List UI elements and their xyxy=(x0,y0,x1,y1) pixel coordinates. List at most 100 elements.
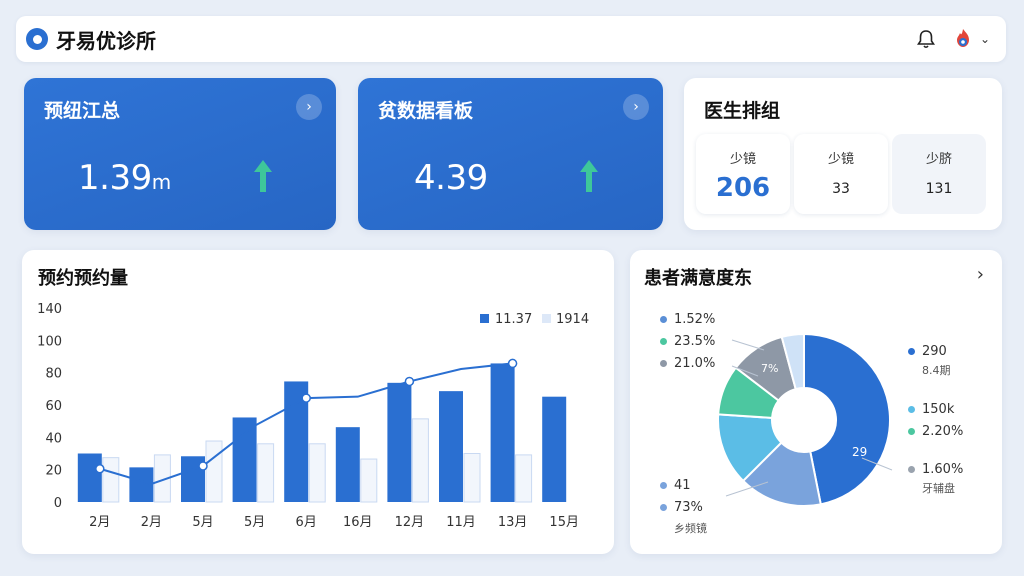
bar-series-2 xyxy=(102,457,120,503)
donut-slice xyxy=(717,366,781,419)
satisfaction-legend-left: 1.52% 23.5% 21.0% xyxy=(660,308,715,374)
x-tick-label: 6月 xyxy=(296,515,317,530)
chevron-right-icon[interactable]: › xyxy=(296,94,322,120)
bar-series-1 xyxy=(335,427,360,502)
donut-slice xyxy=(741,441,822,507)
legend-sub-label: 8.4期 xyxy=(922,364,951,377)
legend-item: 2.20% xyxy=(922,423,964,439)
clinic-logo-icon[interactable] xyxy=(26,28,48,50)
y-tick-label: 80 xyxy=(45,367,62,382)
bar-series-1 xyxy=(542,396,567,502)
legend-dot xyxy=(908,465,915,473)
x-tick-label: 2月 xyxy=(89,515,110,530)
bar-series-1 xyxy=(387,382,412,502)
summary-card-1-value: 1.39m xyxy=(78,158,171,198)
y-tick-label: 140 xyxy=(37,302,62,317)
doctor-stat-1-value: 206 xyxy=(715,173,771,203)
legend-sub-label: 牙辅盘 xyxy=(922,482,955,495)
trend-up-icon xyxy=(254,160,272,192)
doctor-stat-3[interactable]: 少脐 131 xyxy=(892,134,986,214)
summary-card-1-number: 1.39 xyxy=(78,158,152,198)
bar-series-2 xyxy=(515,454,533,503)
y-tick-label: 20 xyxy=(45,464,62,479)
leader-line xyxy=(731,365,759,377)
legend-item: 1.60% xyxy=(922,461,964,477)
doctor-stat-2-value: 33 xyxy=(832,181,850,197)
trend-point xyxy=(404,376,415,387)
trend-point xyxy=(95,463,105,474)
app-title: 牙易优诊所 xyxy=(56,28,156,53)
y-tick-label: 0 xyxy=(54,496,62,511)
x-tick-label: 16月 xyxy=(343,515,373,530)
trend-point xyxy=(507,358,518,369)
legend-item: 150k xyxy=(922,401,955,417)
doctor-stat-1[interactable]: 少镜 206 xyxy=(696,134,790,214)
leader-line xyxy=(861,457,893,471)
top-bar: 牙易优诊所 ⌄ xyxy=(16,16,1006,62)
bar-series-2 xyxy=(308,443,326,503)
bar-series-2 xyxy=(463,453,481,503)
legend-item: 21.0% xyxy=(674,355,716,371)
legend-dot xyxy=(660,503,667,511)
summary-card-2-title: 贫数据看板 xyxy=(378,100,474,122)
doctor-schedule-title: 医生排组 xyxy=(704,100,781,122)
satisfaction-legend-right-top: 290 8.4期 xyxy=(908,340,951,378)
summary-card-2[interactable]: 贫数据看板 › 4.39 xyxy=(358,78,663,230)
summary-card-2-number: 4.39 xyxy=(414,158,488,198)
appointment-chart-card: 预约预约量 0 20 40 60 80 100 140 2月 2月 5月 5月 6月 16月 12月 11月… xyxy=(22,250,614,554)
doctor-stat-2[interactable]: 少镜 33 xyxy=(794,134,888,214)
legend-item: 41 xyxy=(674,477,691,493)
bell-icon[interactable] xyxy=(916,29,936,49)
leader-line xyxy=(731,339,765,351)
legend-item: 1.52% xyxy=(674,311,716,327)
legend-item: 23.5% xyxy=(674,333,716,349)
x-tick-label: 2月 xyxy=(141,515,162,530)
legend-sub-label: 乡频镜 xyxy=(674,522,707,535)
chevron-right-icon[interactable]: › xyxy=(977,264,984,285)
legend-dot xyxy=(908,405,915,413)
legend-dot xyxy=(660,359,667,367)
legend-dot xyxy=(908,427,915,435)
summary-card-1-title: 预纽江总 xyxy=(44,100,121,122)
bar-series-1 xyxy=(490,363,515,502)
bar-series-1 xyxy=(129,467,154,502)
user-avatar[interactable] xyxy=(952,28,974,50)
doctor-stat-1-label: 少镜 xyxy=(729,152,756,167)
appointment-bar-chart: 0 20 40 60 80 100 140 2月 2月 5月 5月 6月 16月 12月 11月 13月 15月… xyxy=(37,302,589,530)
y-tick-label: 60 xyxy=(45,399,62,414)
doctor-stat-2-label: 少镜 xyxy=(827,152,854,167)
doctor-stat-3-label: 少脐 xyxy=(925,152,952,167)
legend-dot xyxy=(660,315,667,323)
donut-slice xyxy=(780,332,805,391)
satisfaction-legend-right-mid: 150k 2.20% xyxy=(908,398,963,442)
x-tick-label: 15月 xyxy=(549,515,579,530)
legend-series-2: 1914 xyxy=(556,312,589,327)
bar-series-1 xyxy=(232,417,257,502)
doctor-schedule-card: 医生排组 少镜 206 少镜 33 少脐 131 xyxy=(684,78,1002,230)
x-tick-label: 5月 xyxy=(192,515,213,530)
x-tick-label: 12月 xyxy=(395,515,425,530)
leader-line xyxy=(725,481,769,497)
trend-point xyxy=(301,393,311,403)
summary-card-1[interactable]: 预纽江总 › 1.39m xyxy=(24,78,336,230)
bar-series-2 xyxy=(205,440,223,503)
slice-label: 7% xyxy=(761,362,778,375)
satisfaction-card: 患者满意度东 › 1.52% 23.5% 21.0% 41 73% 乡频镜 29… xyxy=(630,250,1002,554)
trend-up-icon xyxy=(580,160,598,192)
x-tick-label: 13月 xyxy=(498,515,528,530)
y-tick-label: 40 xyxy=(45,431,62,446)
bar-series-2 xyxy=(257,443,275,503)
bar-series-2 xyxy=(411,418,429,503)
summary-card-1-unit: m xyxy=(151,170,171,194)
x-tick-label: 11月 xyxy=(446,515,476,530)
satisfaction-title: 患者满意度东 xyxy=(644,268,752,289)
legend-swatch-series-1 xyxy=(480,314,489,323)
legend-dot xyxy=(660,337,667,345)
chevron-right-icon[interactable]: › xyxy=(623,94,649,120)
satisfaction-legend-bottom-left: 41 73% 乡频镜 xyxy=(660,474,707,536)
legend-item: 290 xyxy=(922,343,947,359)
donut-slice xyxy=(717,413,783,483)
doctor-stat-3-value: 131 xyxy=(925,181,953,197)
chevron-down-icon[interactable]: ⌄ xyxy=(980,32,990,46)
satisfaction-legend-right-bottom: 1.60% 牙辅盘 xyxy=(908,458,963,496)
